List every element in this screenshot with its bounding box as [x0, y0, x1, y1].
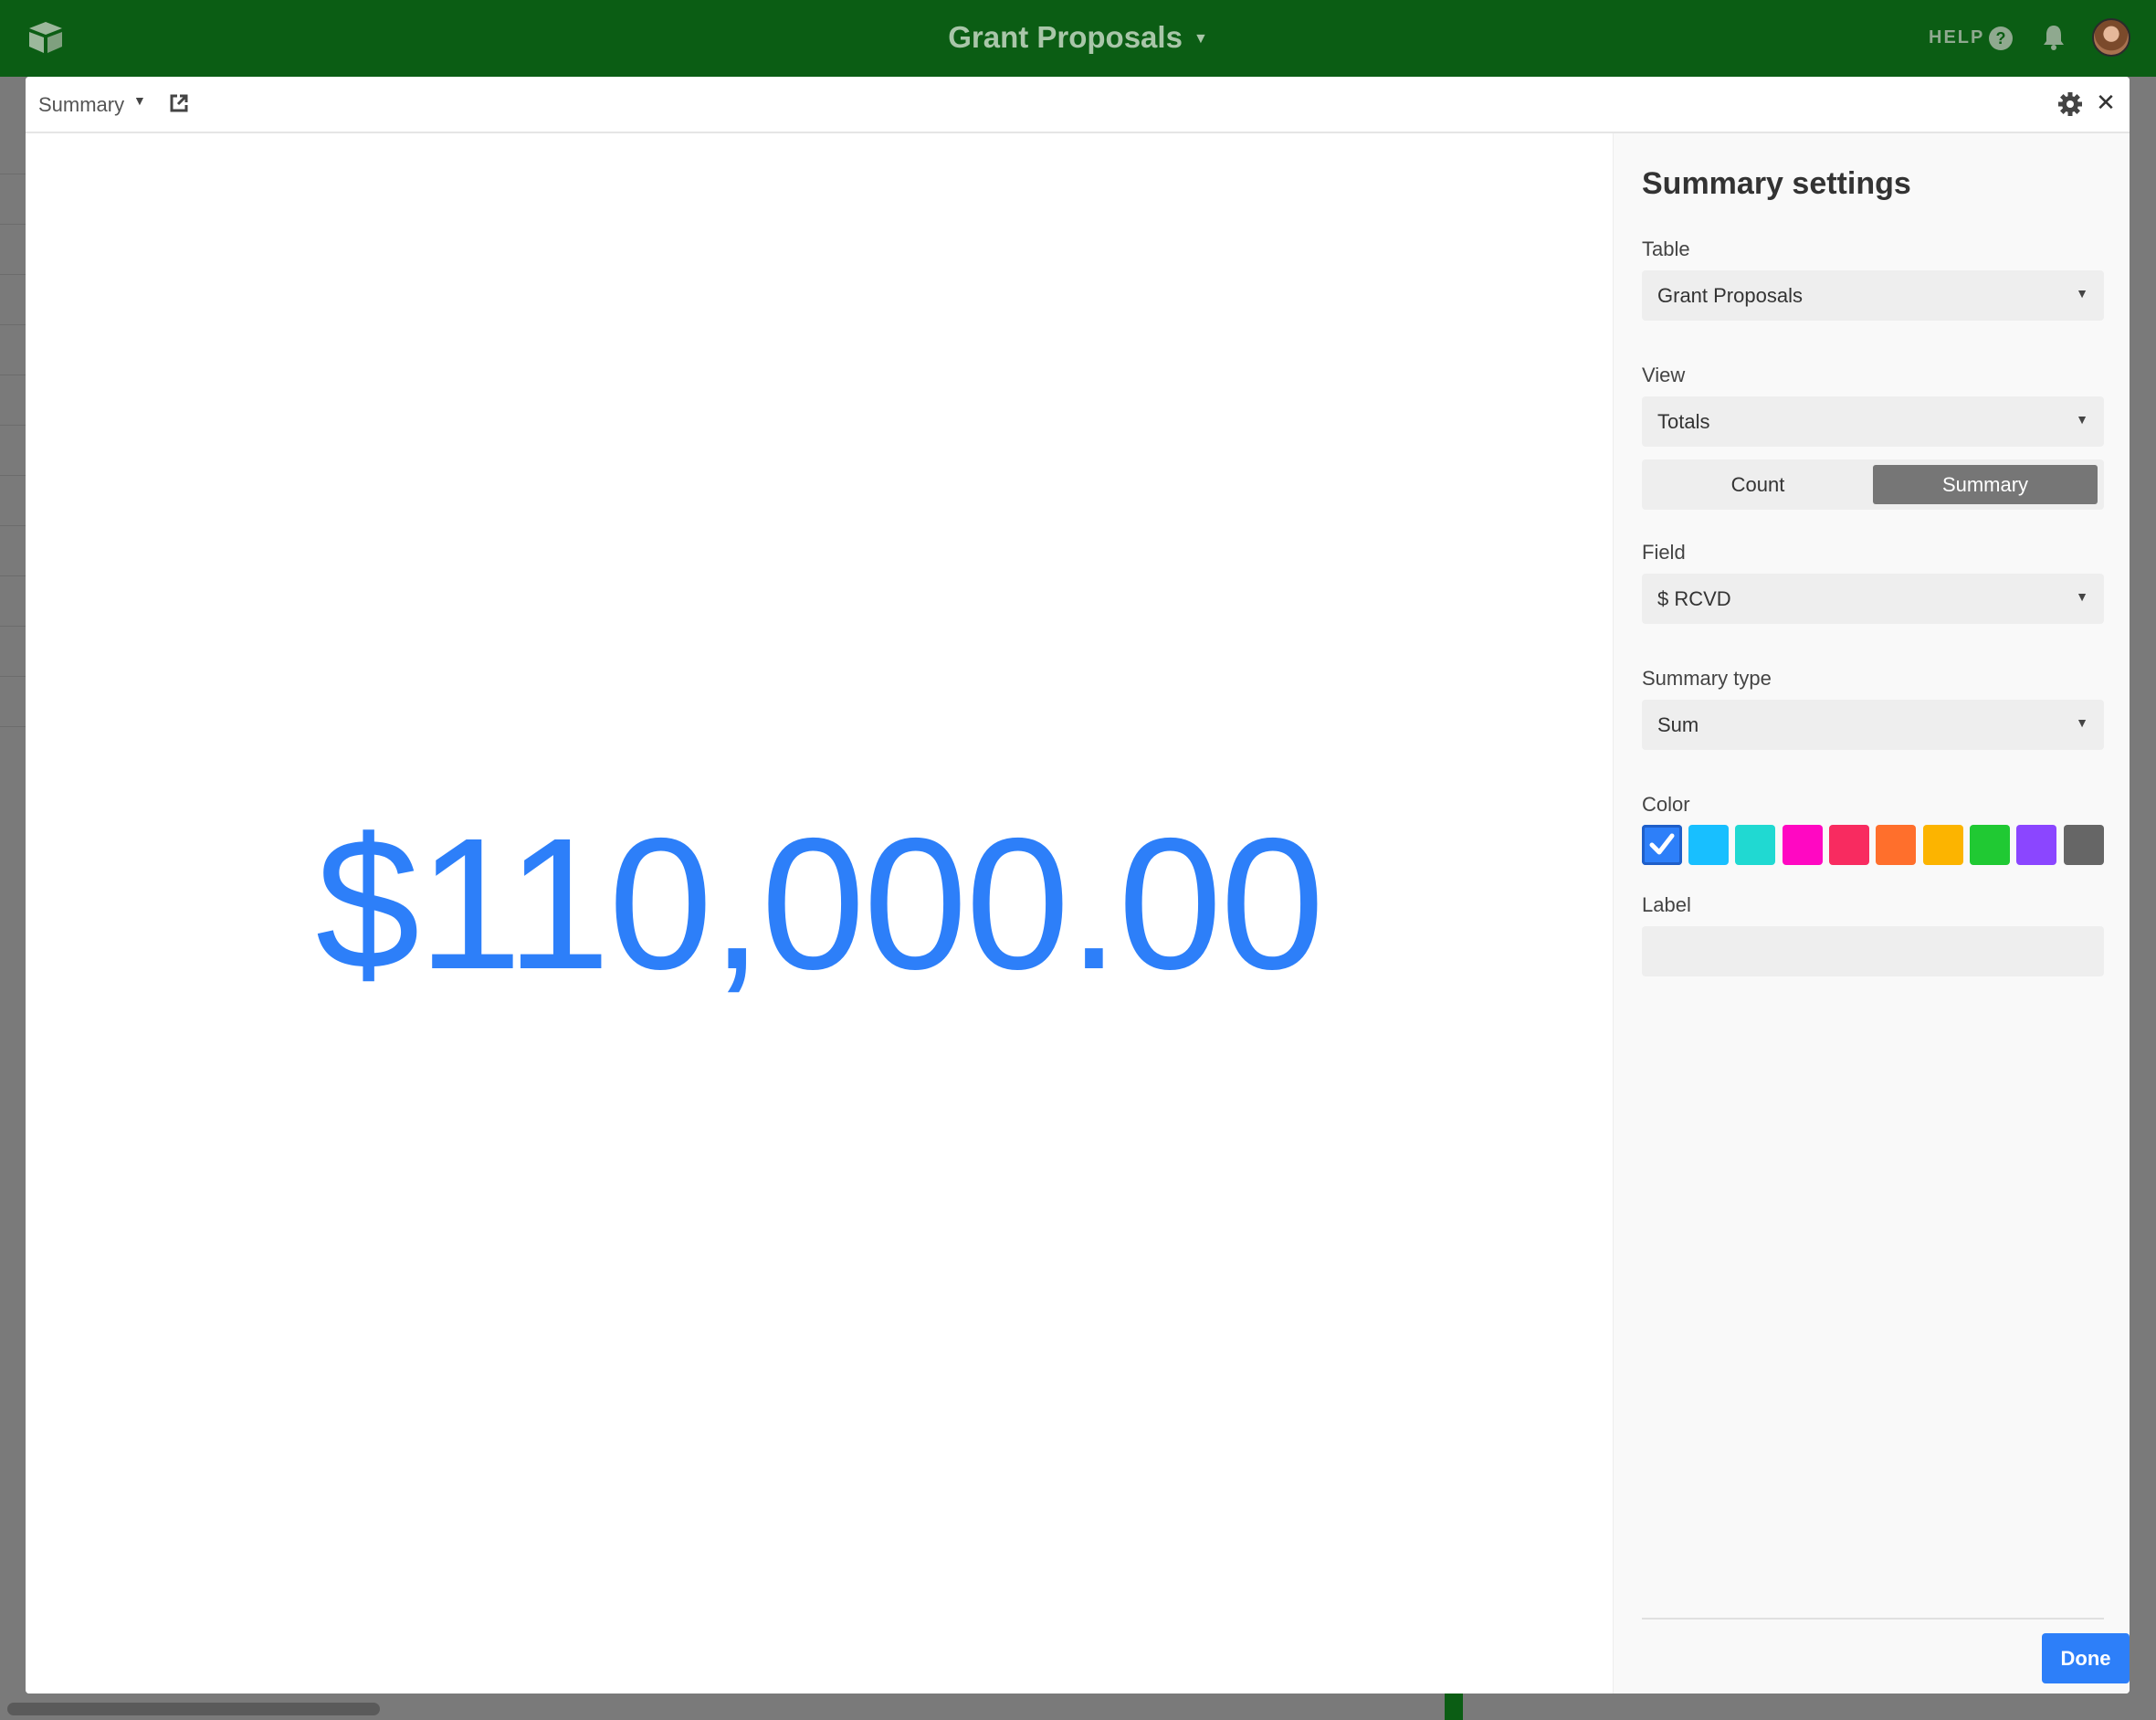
block-name-dropdown[interactable]: Summary [38, 93, 124, 117]
bell-icon[interactable] [2042, 24, 2066, 51]
avatar[interactable] [2092, 18, 2130, 57]
gear-icon[interactable] [2057, 91, 2083, 117]
chevron-down-icon[interactable]: ▼ [133, 93, 146, 108]
field-select[interactable]: $ RCVD ▼ [1642, 574, 2104, 624]
settings-title: Summary settings [1642, 166, 1911, 201]
background-grid-rows [0, 124, 26, 754]
top-app-bar: Grant Proposals ▼ HELP ? [0, 0, 2156, 77]
field-select-value: $ RCVD [1657, 587, 1731, 610]
summary-type-select[interactable]: Sum ▼ [1642, 700, 2104, 750]
check-icon [1649, 833, 1675, 855]
modal-header: Summary ▼ ✕ [26, 77, 2130, 133]
close-icon[interactable]: ✕ [2093, 90, 2119, 115]
svg-text:?: ? [1996, 29, 2006, 47]
color-label: Color [1642, 793, 1690, 816]
color-swatch-gray[interactable] [2064, 825, 2104, 865]
count-option[interactable]: Count [1646, 465, 1870, 504]
summary-type-label: Summary type [1642, 667, 1772, 690]
external-link-icon[interactable] [169, 93, 189, 113]
count-summary-toggle: Count Summary [1642, 459, 2104, 510]
color-swatch-blue[interactable] [1642, 825, 1682, 865]
label-input[interactable] [1642, 926, 2104, 976]
summary-option[interactable]: Summary [1873, 465, 2098, 504]
table-select-value: Grant Proposals [1657, 284, 1803, 307]
color-swatch-pink[interactable] [1783, 825, 1823, 865]
field-label: Field [1642, 541, 1686, 564]
column-marker [1445, 1694, 1463, 1720]
divider [1642, 1618, 2104, 1620]
table-select[interactable]: Grant Proposals ▼ [1642, 270, 2104, 321]
table-label: Table [1642, 237, 1690, 260]
base-title-text[interactable]: Grant Proposals [948, 20, 1183, 54]
color-swatch-red[interactable] [1829, 825, 1869, 865]
base-title[interactable]: Grant Proposals ▼ [0, 20, 2156, 55]
summary-block-modal: Summary ▼ ✕ $110,000.00 Summary settings… [26, 77, 2130, 1694]
summary-type-select-value: Sum [1657, 713, 1699, 736]
view-select[interactable]: Totals ▼ [1642, 396, 2104, 447]
chevron-down-icon: ▼ [2076, 412, 2088, 427]
summary-display: $110,000.00 [26, 133, 1613, 1694]
color-swatch-purple[interactable] [2016, 825, 2056, 865]
color-swatch-green[interactable] [1970, 825, 2010, 865]
help-link[interactable]: HELP [1929, 27, 1984, 48]
chevron-down-icon: ▼ [2076, 715, 2088, 730]
color-swatch-teal[interactable] [1735, 825, 1775, 865]
done-button[interactable]: Done [2042, 1633, 2130, 1683]
color-swatch-yellow[interactable] [1923, 825, 1963, 865]
horizontal-scrollbar-thumb[interactable] [7, 1703, 380, 1715]
chevron-down-icon: ▼ [2076, 589, 2088, 604]
label-label: Label [1642, 893, 1691, 916]
settings-panel: Summary settings Table Grant Proposals ▼… [1613, 133, 2130, 1694]
color-swatch-orange[interactable] [1876, 825, 1916, 865]
color-swatch-cyan[interactable] [1688, 825, 1729, 865]
view-select-value: Totals [1657, 410, 1710, 433]
chevron-down-icon: ▼ [2076, 286, 2088, 301]
summary-value: $110,000.00 [315, 799, 1325, 1008]
chevron-down-icon[interactable]: ▼ [1194, 31, 1208, 47]
view-label: View [1642, 364, 1686, 386]
help-icon[interactable]: ? [1988, 26, 2014, 51]
